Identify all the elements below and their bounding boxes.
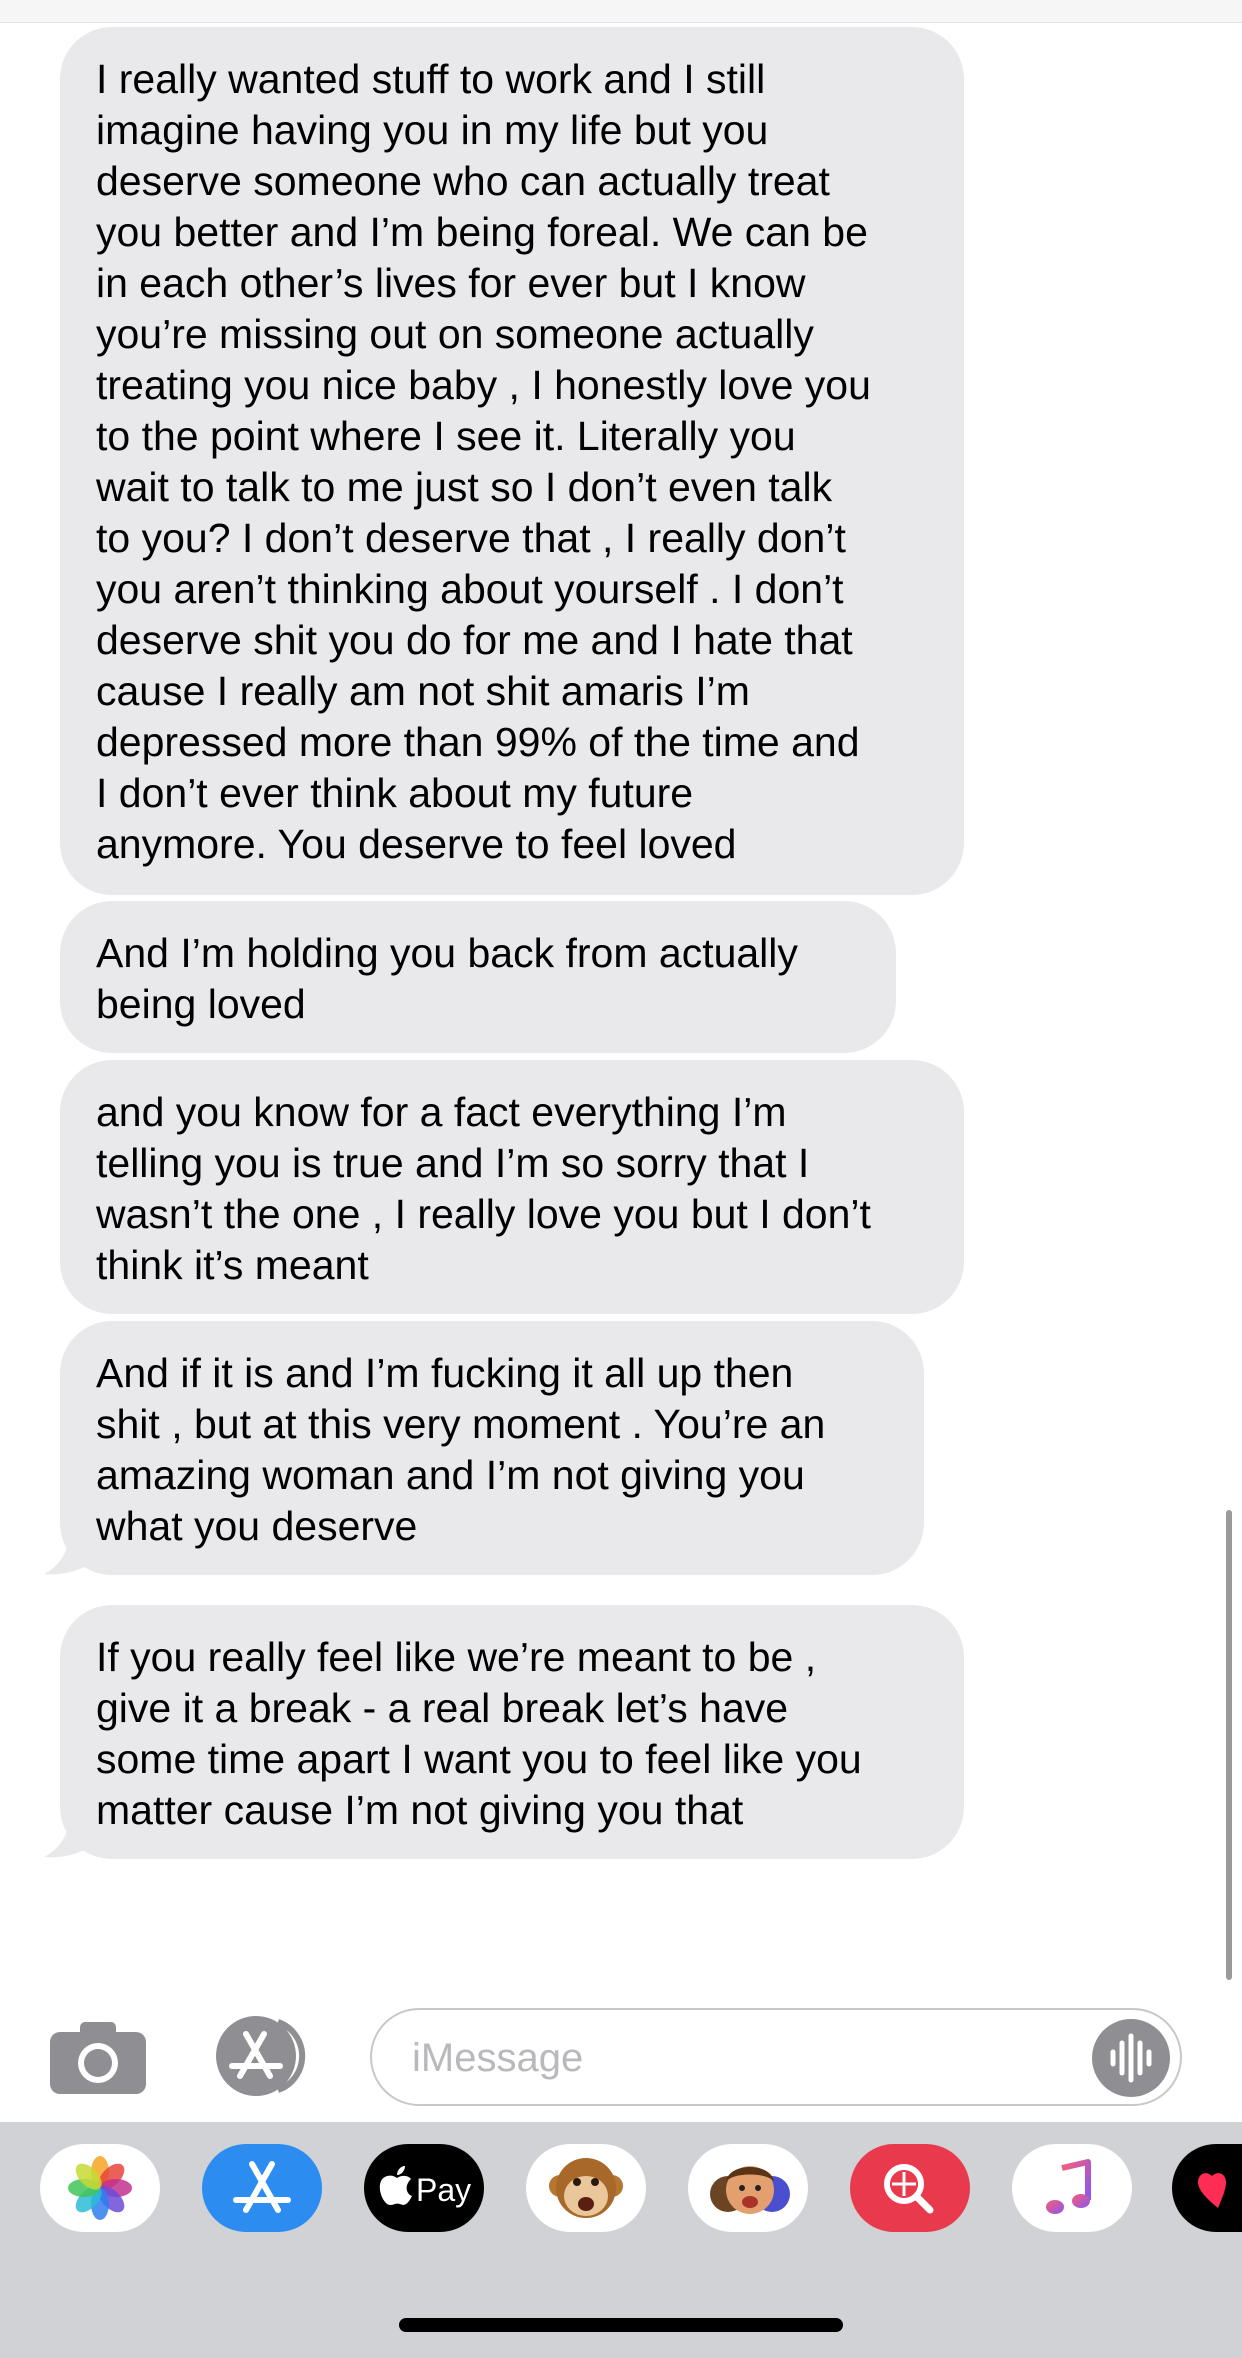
compose-bar: iMessage (0, 1990, 1242, 2120)
bubble-tail (44, 1813, 96, 1858)
imessage-input[interactable]: iMessage (370, 2008, 1182, 2106)
music-note-icon[interactable] (1012, 2144, 1132, 2232)
audio-waveform-icon[interactable] (1092, 2019, 1170, 2097)
message-bubble[interactable]: and you know for a fact everything I’m t… (60, 1060, 964, 1314)
status-bar-edge (0, 0, 1242, 23)
app-store-icon[interactable] (202, 2144, 322, 2232)
apple-pay-label: Pay (416, 2172, 471, 2208)
camera-icon[interactable] (50, 2020, 146, 2094)
digital-touch-icon[interactable] (1172, 2144, 1242, 2232)
home-indicator[interactable] (399, 2318, 843, 2332)
message-bubble[interactable]: And if it is and I’m fucking it all up t… (60, 1321, 924, 1575)
apple-pay-icon[interactable]: Pay (364, 2144, 484, 2232)
memoji-icon[interactable] (688, 2144, 808, 2232)
message-bubble[interactable]: If you really feel like we’re meant to b… (60, 1605, 964, 1859)
message-bubble[interactable]: And I’m holding you back from actually b… (60, 901, 896, 1053)
app-store-icon[interactable] (208, 2016, 318, 2096)
photos-icon[interactable] (40, 2144, 160, 2232)
imessage-placeholder: iMessage (412, 2036, 584, 2080)
bubble-tail (44, 1530, 96, 1575)
monkey-animoji-icon[interactable] (526, 2144, 646, 2232)
image-search-icon[interactable] (850, 2144, 970, 2232)
scroll-indicator[interactable] (1226, 1510, 1232, 1980)
message-bubble[interactable]: I really wanted stuff to work and I stil… (60, 27, 964, 895)
